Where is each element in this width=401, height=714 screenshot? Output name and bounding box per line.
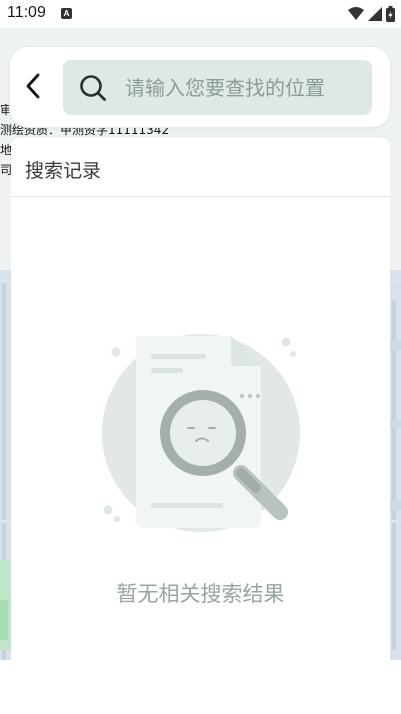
signal-icon: [368, 7, 382, 21]
status-icons: [348, 6, 395, 22]
back-button[interactable]: [20, 71, 46, 101]
status-bar: 11:09 A: [0, 0, 401, 28]
search-results-panel: 搜索记录 暂无相关搜索结果: [11, 138, 390, 660]
battery-icon: [386, 6, 395, 22]
search-box[interactable]: [63, 60, 372, 115]
search-input[interactable]: [123, 72, 367, 104]
bottom-area: [0, 660, 401, 714]
notification-a-icon: A: [61, 8, 72, 19]
divider: [11, 196, 390, 197]
search-history-title: 搜索记录: [25, 160, 102, 182]
empty-results-message: 暂无相关搜索结果: [116, 582, 285, 606]
app-screen: 11:09 A 审 测绘资质：甲测资字11111342 地 司 请输入您要查找的…: [0, 0, 401, 714]
search-icon: [80, 75, 106, 101]
status-time: 11:09: [7, 4, 46, 21]
search-header: [10, 47, 390, 127]
empty-search-illustration-icon: [102, 334, 300, 532]
chevron-left-icon: [26, 73, 40, 99]
wifi-icon: [348, 7, 364, 20]
